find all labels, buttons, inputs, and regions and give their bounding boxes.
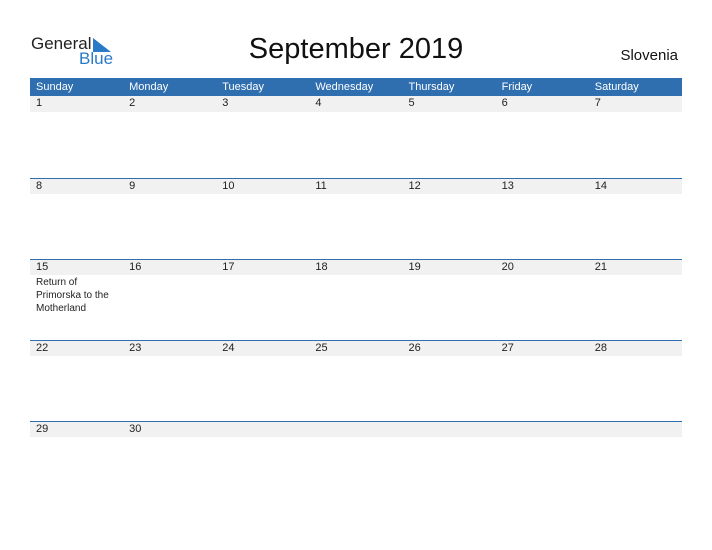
day-cell: 3	[222, 97, 229, 109]
day-cell: 14	[594, 180, 607, 192]
day-cell: 4	[315, 97, 322, 109]
day-cell: 26	[408, 342, 421, 354]
holiday-event: Return of Primorska to the Motherland	[36, 277, 109, 314]
weekday-wednesday: Wednesday	[315, 81, 374, 93]
day-cell: 6	[501, 97, 508, 109]
day-cell: 8	[36, 180, 43, 192]
weekday-saturday: Saturday	[594, 81, 639, 93]
weekday-sunday: Sunday	[36, 81, 74, 93]
day-cell: 1	[36, 97, 43, 109]
week-row: 22 23 24 25 26 27 28	[30, 340, 682, 421]
day-cell: 29	[36, 423, 49, 435]
day-cell: 25	[315, 342, 328, 354]
day-cell: 9	[129, 180, 136, 192]
date-strip: 8 9 10 11 12 13 14	[30, 178, 682, 194]
day-cell: 28	[594, 342, 607, 354]
day-cell: 10	[222, 180, 235, 192]
date-strip: 22 23 24 25 26 27 28	[30, 340, 682, 356]
day-cell	[589, 422, 682, 437]
day-cell: 30	[129, 423, 142, 435]
day-cell: 18	[315, 261, 328, 273]
day-cell: 24	[222, 342, 235, 354]
day-cell	[496, 422, 589, 437]
day-cell: 7	[594, 97, 601, 109]
date-strip: 1 2 3 4 5 6 7	[30, 96, 682, 112]
day-cell: 27	[501, 342, 514, 354]
date-strip: 29 30	[30, 421, 682, 437]
weekday-friday: Friday	[501, 81, 533, 93]
day-cell: 2	[129, 97, 136, 109]
day-cell: 22	[36, 342, 49, 354]
day-cell: 21	[594, 261, 607, 273]
week-row: 15 16 17 18 19 20 21 Return of Primorska to the…	[30, 259, 682, 340]
day-cell: 23	[129, 342, 142, 354]
day-cell: 17	[222, 261, 235, 273]
weekday-monday: Monday	[129, 81, 169, 93]
weekday-header: Sunday Monday Tuesday Wednesday Thursday…	[30, 78, 682, 96]
week-row: 29 30	[30, 421, 682, 502]
day-cell	[309, 422, 402, 437]
day-cell: 12	[408, 180, 421, 192]
day-cell: 13	[501, 180, 514, 192]
day-cell: 5	[408, 97, 415, 109]
day-cell: 11	[315, 180, 327, 192]
day-cell	[403, 422, 496, 437]
weekday-tuesday: Tuesday	[222, 81, 265, 93]
day-cell: 19	[408, 261, 421, 273]
calendar-title: September 2019	[248, 33, 464, 65]
day-cell: 20	[501, 261, 514, 273]
weekday-thursday: Thursday	[408, 81, 455, 93]
day-cell	[216, 422, 309, 437]
date-strip: 15 16 17 18 19 20 21	[30, 259, 682, 275]
day-cell: 15	[36, 261, 49, 273]
week-row: 8 9 10 11 12 13 14	[30, 178, 682, 259]
country-label: Slovenia	[620, 47, 678, 64]
week-row: 1 2 3 4 5 6 7	[30, 96, 682, 178]
calendar-grid: Sunday Monday Tuesday Wednesday Thursday…	[30, 78, 682, 502]
day-cell: 16	[129, 261, 142, 273]
